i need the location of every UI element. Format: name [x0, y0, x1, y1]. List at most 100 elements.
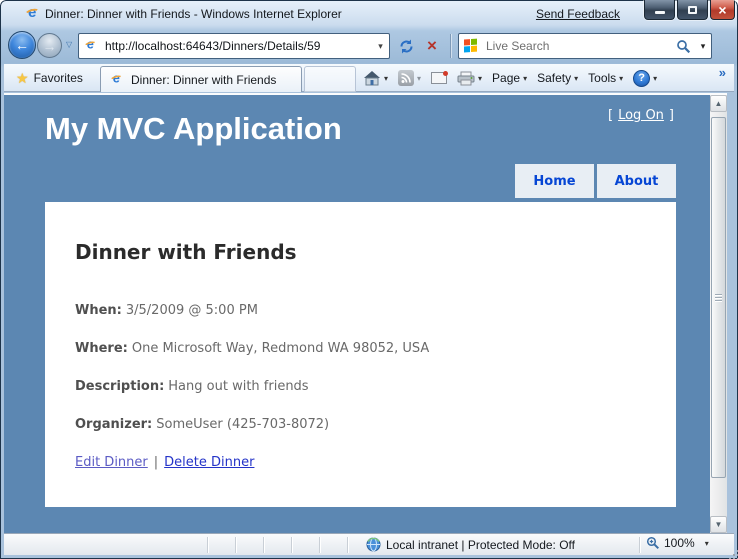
print-button[interactable]: ▾ — [452, 66, 487, 90]
address-dropdown-icon[interactable]: ▾ — [372, 34, 389, 58]
zoom-magnifier-icon — [646, 536, 660, 550]
main-content: Dinner with Friends When: 3/5/2009 @ 5:00… — [45, 202, 676, 507]
refresh-icon — [398, 38, 415, 55]
field-where: Where: One Microsoft Way, Redmond WA 9805… — [75, 341, 676, 357]
url-input[interactable] — [103, 38, 372, 54]
address-bar-row: ← → ▽ e ▾ × ▾ — [0, 28, 738, 64]
mail-icon — [431, 72, 447, 84]
back-button[interactable]: ← — [8, 31, 36, 59]
command-bar: ▾ ▾ ▾ Page ▾ — [358, 64, 692, 92]
menu-tab-about[interactable]: About — [597, 164, 676, 198]
favorites-star-icon: ★ — [16, 70, 29, 87]
browser-window: e Dinner: Dinner with Friends - Windows … — [0, 0, 738, 559]
logon-close-bracket: ] — [669, 108, 674, 123]
field-when: When: 3/5/2009 @ 5:00 PM — [75, 303, 676, 319]
safety-menu-button[interactable]: Safety ▾ — [532, 66, 583, 90]
zoom-level: 100% — [664, 536, 695, 550]
search-magnifier-icon[interactable] — [676, 39, 691, 54]
field-when-label: When: — [75, 303, 122, 318]
page-favicon: e — [84, 39, 98, 53]
tools-dropdown-icon: ▾ — [619, 74, 623, 83]
logon-status: [ Log On] — [608, 108, 674, 123]
field-description: Description: Hang out with friends — [75, 379, 676, 395]
tools-menu-button[interactable]: Tools ▾ — [583, 66, 628, 90]
help-icon: ? — [633, 70, 650, 87]
close-icon: × — [718, 1, 726, 19]
minimize-button[interactable] — [644, 0, 675, 20]
dinner-heading: Dinner with Friends — [75, 240, 676, 264]
help-dropdown-icon: ▾ — [653, 74, 657, 83]
maximize-button[interactable] — [677, 0, 708, 20]
security-zone-icon — [366, 537, 381, 552]
delete-dinner-link[interactable]: Delete Dinner — [164, 455, 254, 470]
links-separator: | — [154, 455, 158, 470]
search-options-dropdown[interactable]: ▾ — [695, 41, 711, 52]
field-when-value: 3/5/2009 @ 5:00 PM — [126, 303, 258, 318]
minimize-icon — [655, 11, 665, 14]
read-mail-button[interactable] — [426, 66, 452, 90]
menu-tab-home[interactable]: Home — [515, 164, 594, 198]
maximize-icon — [688, 6, 697, 14]
logon-link[interactable]: Log On — [618, 108, 664, 123]
zoom-dropdown-icon: ▾ — [705, 539, 709, 548]
home-dropdown-icon[interactable]: ▾ — [384, 74, 388, 83]
scroll-up-icon: ▲ — [715, 99, 723, 108]
search-box[interactable]: ▾ — [458, 33, 712, 59]
print-dropdown-icon[interactable]: ▾ — [478, 74, 482, 83]
tab-active[interactable]: e Dinner: Dinner with Friends — [100, 66, 302, 92]
field-where-value: One Microsoft Way, Redmond WA 98052, USA — [132, 341, 429, 356]
printer-icon — [457, 71, 475, 86]
title-bar[interactable]: e Dinner: Dinner with Friends - Windows … — [0, 0, 738, 28]
recent-pages-dropdown[interactable]: ▽ — [66, 40, 72, 49]
safety-menu-label: Safety — [537, 71, 571, 85]
tab-title: Dinner: Dinner with Friends — [131, 73, 276, 87]
stop-button[interactable]: × — [420, 34, 444, 57]
help-button[interactable]: ? ▾ — [628, 66, 662, 90]
action-links: Edit Dinner | Delete Dinner — [75, 455, 676, 471]
toolbar-overflow-icon[interactable]: » — [719, 65, 726, 80]
field-where-label: Where: — [75, 341, 128, 356]
stop-icon: × — [427, 36, 437, 56]
field-organizer: Organizer: SomeUser (425-703-8072) — [75, 417, 676, 433]
feeds-button[interactable]: ▾ — [393, 66, 426, 90]
forward-button[interactable]: → — [37, 33, 62, 58]
logon-open-bracket: [ — [608, 108, 613, 123]
page-menu-label: Page — [492, 71, 520, 85]
site-menu: Home About — [515, 164, 676, 198]
rss-feeds-icon — [398, 70, 414, 86]
vertical-scrollbar[interactable]: ▲ ▼ — [710, 95, 727, 533]
search-input[interactable] — [484, 38, 676, 54]
home-button[interactable]: ▾ — [358, 66, 393, 90]
favorites-button[interactable]: ★ Favorites — [10, 67, 89, 89]
close-button[interactable]: × — [710, 0, 735, 20]
new-tab-stub[interactable] — [304, 66, 356, 92]
live-search-logo-icon — [464, 39, 478, 54]
scrollbar-thumb[interactable] — [711, 117, 726, 478]
zoom-control[interactable]: 100% ▾ — [646, 536, 709, 550]
scroll-up-button[interactable]: ▲ — [710, 95, 727, 112]
resize-grip[interactable] — [729, 550, 731, 552]
send-feedback-link[interactable]: Send Feedback — [536, 7, 620, 21]
field-organizer-label: Organizer: — [75, 417, 152, 432]
toolbar-divider — [450, 34, 451, 58]
field-description-value: Hang out with friends — [168, 379, 308, 394]
window-title: Dinner: Dinner with Friends - Windows In… — [45, 7, 342, 21]
refresh-button[interactable] — [394, 35, 418, 57]
field-description-label: Description: — [75, 379, 164, 394]
tools-menu-label: Tools — [588, 71, 616, 85]
page-viewport: [ Log On] My MVC Application Home About D… — [4, 95, 710, 533]
tab-favicon: e — [110, 73, 124, 87]
security-zone-text: Local intranet | Protected Mode: Off — [386, 538, 575, 552]
feeds-dropdown-icon: ▾ — [417, 74, 421, 83]
page-menu-button[interactable]: Page ▾ — [487, 66, 532, 90]
edit-dinner-link[interactable]: Edit Dinner — [75, 455, 148, 470]
back-arrow-icon: ← — [15, 38, 29, 52]
site-title: My MVC Application — [45, 111, 342, 147]
scroll-down-button[interactable]: ▼ — [710, 516, 727, 533]
window-controls: × — [642, 0, 735, 20]
address-field[interactable]: e ▾ — [78, 33, 390, 59]
favorites-label: Favorites — [34, 71, 83, 85]
forward-arrow-icon: → — [43, 39, 57, 53]
field-organizer-value: SomeUser (425-703-8072) — [156, 417, 329, 432]
scroll-down-icon: ▼ — [715, 520, 723, 529]
